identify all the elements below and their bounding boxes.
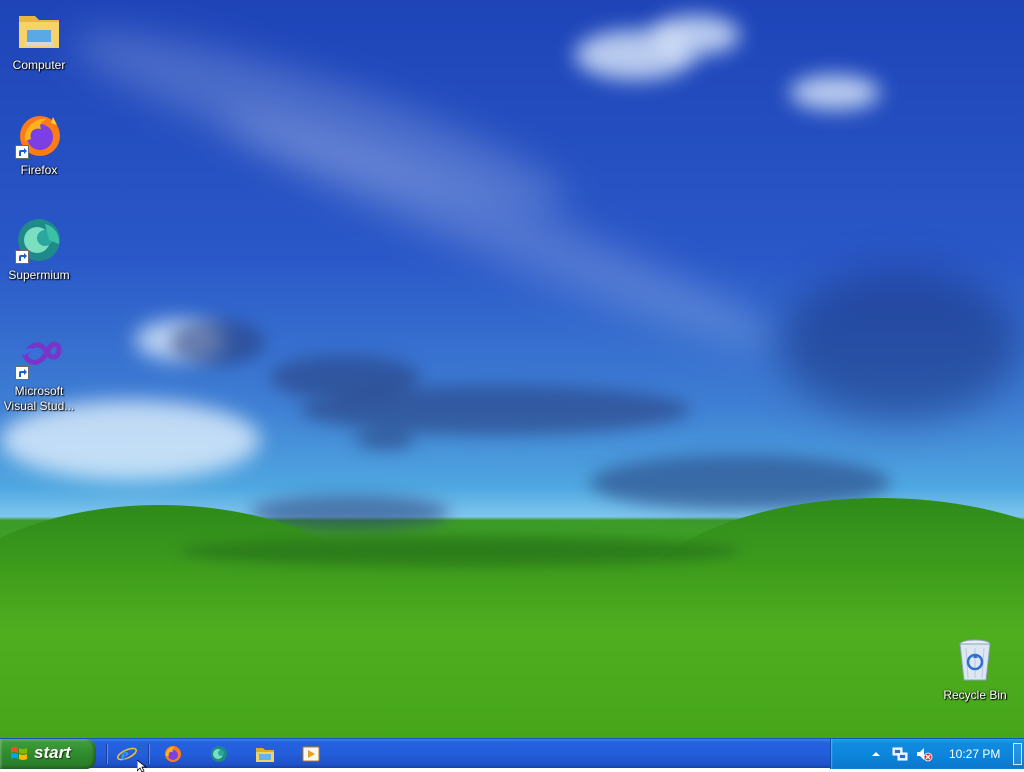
sky-streak (210, 89, 790, 371)
desktop-icon-label: Firefox (20, 163, 58, 177)
desktop-icon-label: Computer (12, 58, 66, 72)
desktop-icon-label: Microsoft Visual Stud... (3, 384, 75, 413)
start-label: start (34, 743, 71, 762)
internet-explorer-icon: e (117, 745, 137, 764)
cloud (650, 15, 740, 55)
shortcut-arrow-icon (15, 250, 29, 264)
supermium-icon (15, 216, 63, 264)
computer-folder-icon (15, 6, 63, 54)
taskbar: start e 10:27 PM (0, 738, 1024, 769)
quicklaunch-internet-explorer[interactable]: e (116, 744, 138, 764)
desktop-icon-supermium[interactable]: Supermium (1, 216, 77, 283)
firefox-icon (165, 746, 181, 762)
quicklaunch-file-explorer[interactable] (254, 744, 276, 764)
media-player-icon (302, 746, 320, 762)
clock[interactable]: 10:27 PM (949, 747, 1000, 761)
desktop-icon-recycle-bin[interactable]: Recycle Bin (937, 636, 1013, 703)
windows-logo-icon (11, 747, 27, 760)
network-icon[interactable] (891, 745, 909, 763)
desktop-icon-visual-studio[interactable]: Microsoft Visual Stud... (1, 332, 77, 414)
mouse-cursor-icon (137, 760, 147, 772)
firefox-icon (15, 111, 63, 159)
quicklaunch-supermium[interactable] (208, 744, 230, 764)
cloud (780, 270, 1020, 420)
network-icon (892, 747, 908, 761)
visual-studio-icon (15, 332, 63, 380)
cloud (300, 385, 690, 435)
chevron-up-icon (872, 752, 880, 756)
recycle-bin-icon (951, 636, 999, 684)
quick-launch-separator (148, 744, 150, 764)
desktop-icon-firefox[interactable]: Firefox (1, 111, 77, 178)
cloud (170, 320, 265, 365)
distant-hills (180, 536, 740, 566)
volume-muted-icon (917, 748, 933, 762)
desktop-background: Computer Firefox Supermium Microsoft Vis… (0, 0, 1024, 738)
show-hidden-icons-chevron[interactable] (867, 745, 885, 763)
quicklaunch-media-player[interactable] (300, 744, 322, 764)
system-tray: 10:27 PM (830, 739, 1024, 769)
shortcut-arrow-icon (15, 145, 29, 159)
supermium-icon (211, 746, 227, 762)
desktop-icon-label: Recycle Bin (943, 688, 1007, 702)
start-button[interactable]: start (0, 739, 96, 769)
desktop-icon-computer[interactable]: Computer (1, 6, 77, 73)
shortcut-arrow-icon (15, 366, 29, 380)
volume-muted-icon[interactable] (915, 745, 933, 763)
cloud (355, 428, 415, 450)
cloud (790, 75, 880, 110)
show-desktop-button[interactable] (1013, 743, 1022, 765)
desktop-icon-label: Supermium (8, 268, 70, 282)
file-explorer-icon (256, 748, 274, 762)
svg-text:e: e (121, 745, 129, 764)
quick-launch-separator (106, 744, 108, 764)
quicklaunch-firefox[interactable] (162, 744, 184, 764)
meadow (0, 560, 1024, 738)
